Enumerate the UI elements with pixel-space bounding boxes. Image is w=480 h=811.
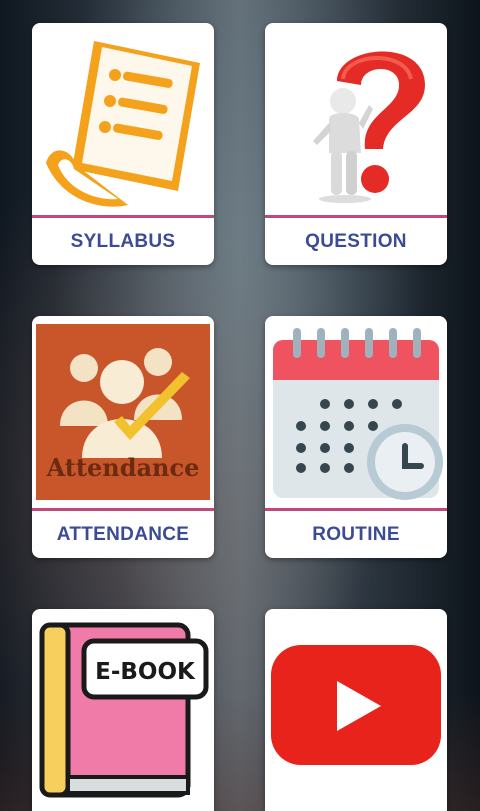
question-label: QUESTION — [305, 230, 407, 252]
youtube-card[interactable] — [265, 609, 447, 811]
ebook-card[interactable]: E-BOOK — [32, 609, 214, 811]
question-card[interactable]: QUESTION — [265, 23, 447, 265]
routine-card[interactable]: ROUTINE — [265, 316, 447, 558]
syllabus-card[interactable]: SYLLABUS — [32, 23, 214, 265]
ebook-icon: E-BOOK — [32, 609, 214, 811]
attendance-label: ATTENDANCE — [56, 523, 190, 545]
calendar-icon — [265, 316, 447, 508]
attendance-icon: Attendance — [32, 316, 214, 508]
ebook-image-text: E-BOOK — [95, 659, 196, 685]
routine-label: ROUTINE — [312, 523, 400, 545]
youtube-icon — [265, 609, 447, 811]
attendance-card[interactable]: Attendance ATTENDANCE — [32, 316, 214, 558]
question-mark-icon — [265, 23, 447, 215]
syllabus-icon — [32, 23, 214, 215]
syllabus-label: SYLLABUS — [70, 230, 176, 252]
attendance-image-text: Attendance — [46, 453, 200, 482]
